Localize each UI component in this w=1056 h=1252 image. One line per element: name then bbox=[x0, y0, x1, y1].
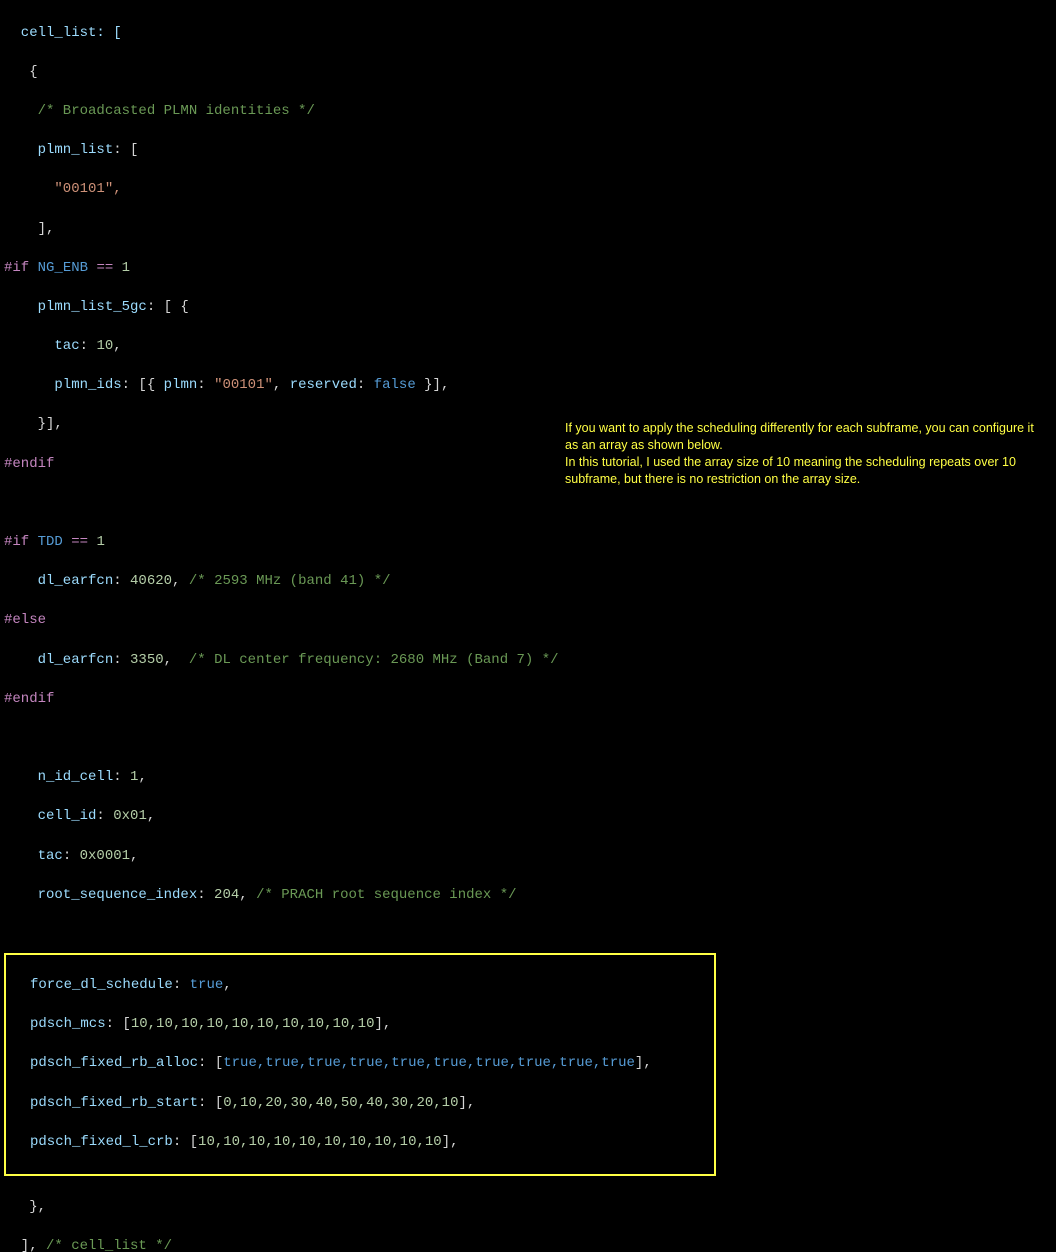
code-number: 204 bbox=[214, 887, 239, 903]
annotation-text: In this tutorial, I used the array size … bbox=[565, 454, 1045, 488]
code-text: , bbox=[147, 808, 155, 824]
preproc: 1 bbox=[88, 534, 105, 550]
code-text: : bbox=[96, 808, 113, 824]
code-number: 10,10,10,10,10,10,10,10,10,10 bbox=[131, 1016, 375, 1032]
code-text: root_sequence_index bbox=[4, 887, 197, 903]
code-text: plmn_list bbox=[4, 142, 113, 158]
code-text: }, bbox=[4, 1199, 46, 1215]
code-text: : bbox=[173, 977, 190, 993]
code-comment: /* cell_list */ bbox=[46, 1238, 172, 1252]
code-text: { bbox=[4, 64, 38, 80]
code-text: , bbox=[239, 887, 256, 903]
code-number: 40620 bbox=[130, 573, 172, 589]
annotation-callout: If you want to apply the scheduling diff… bbox=[565, 420, 1045, 488]
code-text: : [ { bbox=[147, 299, 189, 315]
code-text: ], bbox=[635, 1055, 652, 1071]
code-editor[interactable]: cell_list: [ { /* Broadcasted PLMN ident… bbox=[0, 0, 1056, 1252]
code-text: dl_earfcn bbox=[4, 573, 113, 589]
code-number: 10 bbox=[96, 338, 113, 354]
code-text: }], bbox=[416, 377, 450, 393]
code-text: , bbox=[164, 652, 189, 668]
code-text: , bbox=[273, 377, 290, 393]
code-text: : bbox=[197, 377, 214, 393]
code-text: , bbox=[172, 573, 189, 589]
code-text: : bbox=[113, 769, 130, 785]
code-bool: false bbox=[374, 377, 416, 393]
code-text: n_id_cell bbox=[4, 769, 113, 785]
code-text: : [{ bbox=[122, 377, 164, 393]
code-text: pdsch_fixed_l_crb bbox=[30, 1134, 173, 1150]
code-comment: /* 2593 MHz (band 41) */ bbox=[189, 573, 391, 589]
code-text: : bbox=[80, 338, 97, 354]
annotation-text: If you want to apply the scheduling diff… bbox=[565, 420, 1045, 454]
code-string: "00101" bbox=[214, 377, 273, 393]
code-text: plmn_ids bbox=[4, 377, 122, 393]
code-text: ], bbox=[459, 1095, 476, 1111]
code-text: , bbox=[130, 848, 138, 864]
code-text: }], bbox=[4, 416, 63, 432]
preproc: TDD bbox=[29, 534, 71, 550]
code-text: force_dl_schedule bbox=[30, 977, 173, 993]
code-text: pdsch_fixed_rb_start bbox=[30, 1095, 198, 1111]
code-text: tac bbox=[4, 338, 80, 354]
code-text: reserved bbox=[290, 377, 357, 393]
code-number: 0x01 bbox=[113, 808, 147, 824]
code-number: 10,10,10,10,10,10,10,10,10,10 bbox=[198, 1134, 442, 1150]
code-text: tac bbox=[4, 848, 63, 864]
code-text: : bbox=[197, 887, 214, 903]
code-text: : [ bbox=[198, 1055, 223, 1071]
code-text: ], bbox=[4, 1238, 46, 1252]
code-number: 1 bbox=[130, 769, 138, 785]
preproc: #else bbox=[4, 612, 46, 628]
code-text: plmn bbox=[164, 377, 198, 393]
code-text: : bbox=[357, 377, 374, 393]
code-text: ], bbox=[442, 1134, 459, 1150]
preproc: 1 bbox=[113, 260, 130, 276]
code-text: plmn_list_5gc bbox=[4, 299, 147, 315]
preproc: #if bbox=[4, 260, 29, 276]
preproc: #endif bbox=[4, 691, 54, 707]
code-text: ], bbox=[374, 1016, 391, 1032]
code-text: : [ bbox=[113, 142, 138, 158]
highlighted-code-block: force_dl_schedule: true, pdsch_mcs: [10,… bbox=[4, 953, 716, 1177]
code-text: : bbox=[63, 848, 80, 864]
code-text: , bbox=[223, 977, 231, 993]
code-text: : bbox=[113, 573, 130, 589]
code-text: pdsch_mcs bbox=[30, 1016, 106, 1032]
code-text: , bbox=[138, 769, 146, 785]
code-text: : bbox=[113, 652, 130, 668]
code-text: : [ bbox=[198, 1095, 223, 1111]
code-text: dl_earfcn bbox=[4, 652, 113, 668]
code-string: "00101", bbox=[4, 181, 122, 197]
code-comment: /* PRACH root sequence index */ bbox=[256, 887, 516, 903]
code-comment: /* DL center frequency: 2680 MHz (Band 7… bbox=[189, 652, 559, 668]
code-text: cell_id bbox=[4, 808, 96, 824]
code-bool: true bbox=[190, 977, 224, 993]
preproc: NG_ENB bbox=[29, 260, 96, 276]
code-text: pdsch_fixed_rb_alloc bbox=[30, 1055, 198, 1071]
code-number: 0,10,20,30,40,50,40,30,20,10 bbox=[223, 1095, 458, 1111]
preproc: == bbox=[71, 534, 88, 550]
preproc: == bbox=[96, 260, 113, 276]
preproc: #endif bbox=[4, 456, 54, 472]
preproc: #if bbox=[4, 534, 29, 550]
code-number: 3350 bbox=[130, 652, 164, 668]
code-comment: /* Broadcasted PLMN identities */ bbox=[4, 103, 315, 119]
code-number: 0x0001 bbox=[80, 848, 130, 864]
code-text: ], bbox=[4, 221, 54, 237]
code-text: : [ bbox=[173, 1134, 198, 1150]
code-text: cell_list: [ bbox=[4, 25, 122, 41]
code-text: , bbox=[113, 338, 121, 354]
code-text: : [ bbox=[106, 1016, 131, 1032]
code-bool: true,true,true,true,true,true,true,true,… bbox=[223, 1055, 635, 1071]
